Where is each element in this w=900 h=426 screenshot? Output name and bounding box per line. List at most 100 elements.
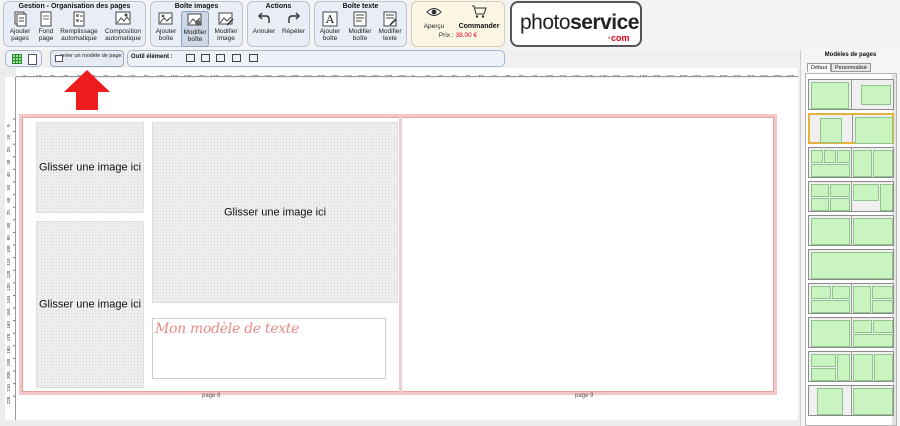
auto-fill-button[interactable]: Remplissage automatique <box>58 11 100 47</box>
edit-image-box-button[interactable]: Modifier boîte <box>181 11 209 47</box>
logo-word-bold: service <box>570 11 639 34</box>
page-template[interactable] <box>808 181 894 212</box>
ruler-label: 180 <box>6 346 11 354</box>
price-value: 38.00 € <box>455 32 478 39</box>
ruler-label: 160 <box>626 74 634 77</box>
view-toggle-group <box>5 50 42 67</box>
page-template[interactable] <box>808 215 894 246</box>
secondary-toolbar: créer un modèle de page Outil élément : <box>0 50 900 68</box>
group-actions-title: Actions <box>265 3 292 10</box>
page-9-label: page 9 <box>575 393 594 399</box>
page-background-button[interactable]: Fond page <box>35 11 57 47</box>
ruler-label: 260 <box>760 74 768 77</box>
logo-suffix: ·com <box>608 33 630 43</box>
page-template[interactable] <box>808 283 894 314</box>
tool-frame-icon-4[interactable] <box>232 54 241 62</box>
page-templates-panel: Modèles de pages Défaut Personnalisé <box>800 50 900 426</box>
auto-fill-icon <box>73 11 85 27</box>
add-image-box-icon <box>158 12 173 25</box>
page-template[interactable] <box>808 317 894 348</box>
ruler-label: 20 <box>50 74 56 77</box>
tool-frame-icon-1[interactable] <box>186 54 195 62</box>
add-image-box-button[interactable]: Ajouter boîte <box>153 11 179 47</box>
ruler-label: 190 <box>666 74 674 77</box>
ruler-label: 180 <box>264 74 272 77</box>
add-text-box-icon: A <box>322 11 338 27</box>
image-placeholder-text: Glisser une image ici <box>223 206 327 218</box>
edit-text-box-button[interactable]: Modifier boîte <box>346 11 374 47</box>
add-pages-label: Ajouter pages <box>9 28 31 42</box>
tool-frame-icon-2[interactable] <box>201 54 210 62</box>
image-placeholder[interactable]: Glisser une image ici <box>36 221 144 388</box>
ruler-label: 200 <box>6 371 11 379</box>
ruler-label: 150 <box>224 74 232 77</box>
page-8-label: page 8 <box>202 393 221 399</box>
group-image-box: Boîte images Ajouter boîte Modifier boît… <box>150 1 243 47</box>
ruler-label: 150 <box>6 308 11 316</box>
tool-frame-icon-5[interactable] <box>249 54 258 62</box>
order-label: Commander <box>458 23 500 30</box>
ruler-label: 30 <box>6 159 11 165</box>
vertical-ruler-scale: 0 10 20 30 40 50 60 70 80 90 100 110 120 130 140 150 160… <box>6 118 15 404</box>
ruler-label: 80 <box>130 74 136 77</box>
eye-icon <box>426 8 442 16</box>
text-box[interactable]: Mon modèle de texte <box>152 318 386 379</box>
undo-button[interactable]: Annuler <box>251 11 277 47</box>
tab-default[interactable]: Défaut <box>807 63 832 72</box>
preview-button[interactable]: Aperçu <box>420 5 448 30</box>
image-placeholder[interactable]: Glisser une image ici <box>36 122 144 213</box>
ruler-label: 70 <box>117 74 123 77</box>
page-template[interactable] <box>808 147 894 178</box>
auto-compose-button[interactable]: Composition automatique <box>101 11 145 47</box>
page-template[interactable] <box>808 113 894 144</box>
ruler-label: 240 <box>733 74 741 77</box>
page-template[interactable] <box>808 249 894 280</box>
ruler-label: 80 <box>6 222 11 228</box>
ruler-label: 110 <box>6 258 11 266</box>
photoservice-logo: photoservice ·com <box>510 1 642 47</box>
page-templates-title: Modèles de pages <box>824 52 877 58</box>
price-label: Prix : <box>438 32 454 39</box>
ruler-label: 0 <box>412 74 415 77</box>
auto-compose-label: Composition automatique <box>104 28 142 42</box>
red-arrow-annotation <box>64 70 110 110</box>
ruler-label: 130 <box>586 74 594 77</box>
add-text-box-button[interactable]: A Ajouter boîte <box>317 11 343 47</box>
order-button[interactable]: Commander <box>456 5 502 30</box>
edit-image-box-icon <box>187 13 202 26</box>
grid-view-icon[interactable] <box>12 54 22 64</box>
page-view-icon[interactable] <box>28 54 37 65</box>
ruler-label: 220 <box>6 396 11 404</box>
page-template[interactable] <box>808 385 894 416</box>
ruler-label: 20 <box>438 74 444 77</box>
ruler-label: 140 <box>6 295 11 303</box>
tab-custom[interactable]: Personnalisé <box>831 63 871 72</box>
ruler-label: 270 <box>773 74 781 77</box>
auto-fill-label: Remplissage automatique <box>60 28 98 42</box>
ruler-label: 140 <box>211 74 219 77</box>
add-pages-button[interactable]: Ajouter pages <box>6 11 34 47</box>
create-page-model-button[interactable]: créer un modèle de page <box>50 50 124 67</box>
edit-image-button[interactable]: Modifier image <box>211 11 241 47</box>
edit-text-button[interactable]: Modifier texte <box>376 11 404 47</box>
ruler-label: 10 <box>425 74 431 77</box>
main-toolbar: Gestion - Organisation des pages Ajouter… <box>0 0 900 50</box>
ruler-label: 20 <box>6 147 11 153</box>
tool-frame-icon-3[interactable] <box>216 54 225 62</box>
ruler-label: 0 <box>23 74 26 77</box>
ruler-label: 130 <box>6 283 11 291</box>
redo-icon <box>287 12 300 23</box>
page-template[interactable] <box>808 351 894 382</box>
image-placeholder-text: Glisser une image ici <box>38 161 142 173</box>
ruler-label: 120 <box>184 74 192 77</box>
add-pages-icon <box>14 11 27 27</box>
edit-text-box-icon <box>353 11 367 27</box>
ruler-label: 220 <box>318 74 326 77</box>
edit-text-icon <box>383 11 397 27</box>
image-placeholder[interactable]: Glisser une image ici <box>152 122 398 303</box>
redo-button[interactable]: Répéter <box>279 11 308 47</box>
ruler-label: 220 <box>706 74 714 77</box>
page-template[interactable] <box>808 79 894 110</box>
page-divider <box>399 117 402 392</box>
ruler-label: 100 <box>157 74 165 77</box>
